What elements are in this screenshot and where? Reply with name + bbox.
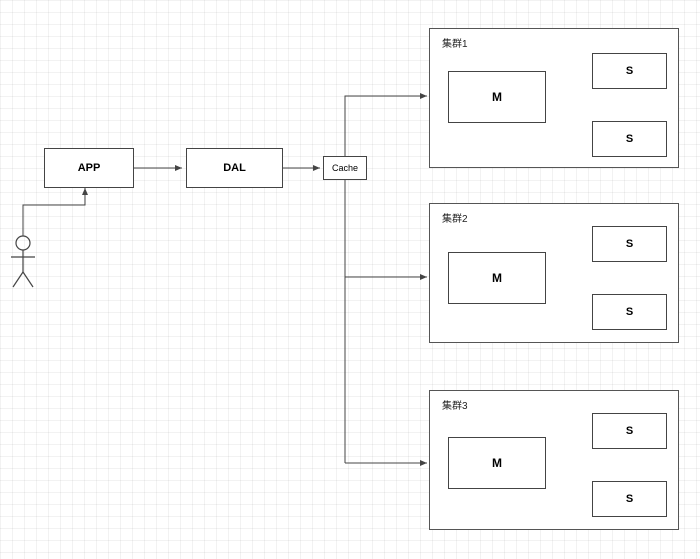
arrow-user-to-app	[23, 188, 85, 236]
app-node: APP	[44, 148, 134, 188]
cluster-1-master: M	[448, 71, 546, 123]
cluster-2-master-label: M	[492, 271, 502, 285]
cluster-2-slave-1: S	[592, 226, 667, 262]
cluster-1-slave-1-label: S	[626, 65, 633, 77]
cluster-1-slave-2-label: S	[626, 133, 633, 145]
cluster-2: 集群2 M S S	[429, 203, 679, 343]
cache-label: Cache	[332, 163, 358, 173]
cache-node: Cache	[323, 156, 367, 180]
cluster-1-title: 集群1	[442, 35, 468, 50]
cluster-2-slave-2: S	[592, 294, 667, 330]
cluster-3-slave-2-label: S	[626, 493, 633, 505]
cluster-3-slave-1-label: S	[626, 425, 633, 437]
cluster-2-slave-2-label: S	[626, 306, 633, 318]
cluster-1-slave-1: S	[592, 53, 667, 89]
cluster-3-master-label: M	[492, 456, 502, 470]
cluster-3-slave-1: S	[592, 413, 667, 449]
cluster-2-slave-1-label: S	[626, 238, 633, 250]
cluster-2-master: M	[448, 252, 546, 304]
cluster-3-master: M	[448, 437, 546, 489]
cluster-3-slave-2: S	[592, 481, 667, 517]
cluster-1: 集群1 M S S	[429, 28, 679, 168]
user-icon	[11, 236, 35, 287]
dal-label: DAL	[223, 162, 246, 174]
cluster-3-title: 集群3	[442, 397, 468, 412]
cluster-1-slave-2: S	[592, 121, 667, 157]
cluster-2-title: 集群2	[442, 210, 468, 225]
dal-node: DAL	[186, 148, 283, 188]
app-label: APP	[78, 162, 101, 174]
cluster-3: 集群3 M S S	[429, 390, 679, 530]
cluster-1-master-label: M	[492, 90, 502, 104]
